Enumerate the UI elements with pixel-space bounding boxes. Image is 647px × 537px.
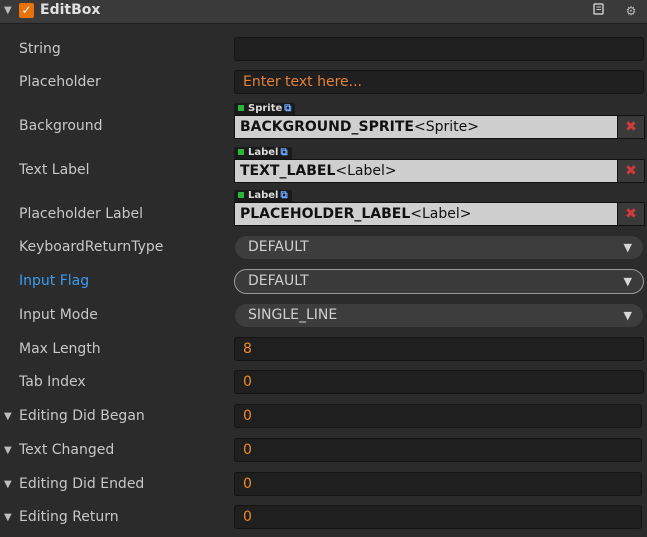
placeholder-label-label: Placeholder Label xyxy=(19,206,144,222)
book-icon[interactable] xyxy=(591,3,607,19)
max-length-input[interactable]: 8 xyxy=(234,337,644,361)
node-dot-icon xyxy=(238,192,244,198)
expand-arrow-icon[interactable]: ▼ xyxy=(4,512,12,523)
text-label-field[interactable]: TEXT_LABEL<Label> xyxy=(234,159,618,183)
text-changed-label: Text Changed xyxy=(19,442,115,458)
external-link-icon[interactable]: ⧉ xyxy=(284,103,291,114)
background-sprite-field[interactable]: BACKGROUND_SPRITE<Sprite> xyxy=(234,115,618,139)
editing-did-ended-input[interactable]: 0 xyxy=(234,472,642,496)
expand-arrow-icon[interactable]: ▼ xyxy=(4,445,12,456)
input-mode-select[interactable]: SINGLE_LINE ▼ xyxy=(234,303,644,328)
input-flag-select[interactable]: DEFAULT ▼ xyxy=(234,269,644,294)
tab-index-label: Tab Index xyxy=(19,374,86,390)
component-header: ▼ ✓ EditBox ⚙ xyxy=(0,0,647,24)
enabled-checkbox[interactable]: ✓ xyxy=(19,3,34,18)
external-link-icon[interactable]: ⧉ xyxy=(281,190,288,201)
text-changed-input[interactable]: 0 xyxy=(234,438,642,462)
expand-arrow-icon[interactable]: ▼ xyxy=(4,411,12,422)
tab-index-input[interactable]: 0 xyxy=(234,370,644,394)
external-link-icon[interactable]: ⧉ xyxy=(281,147,288,158)
dropdown-arrow-icon: ▼ xyxy=(623,241,632,254)
placeholder-input[interactable]: Enter text here... xyxy=(234,70,644,94)
clear-background-button[interactable]: ✖ xyxy=(618,115,645,139)
editing-did-began-label: Editing Did Began xyxy=(19,408,145,424)
expand-arrow-icon[interactable]: ▼ xyxy=(4,479,12,490)
node-dot-icon xyxy=(238,105,244,111)
background-label: Background xyxy=(19,118,103,134)
keyboard-return-type-label: KeyboardReturnType xyxy=(19,239,164,255)
dropdown-arrow-icon: ▼ xyxy=(623,275,632,288)
placeholder-label: Placeholder xyxy=(19,74,101,90)
input-flag-label: Input Flag xyxy=(19,273,90,289)
clear-placeholder-label-button[interactable]: ✖ xyxy=(618,202,645,226)
label-tag: Label ⧉ xyxy=(234,147,292,159)
node-dot-icon xyxy=(238,149,244,155)
placeholder-label-field[interactable]: PLACEHOLDER_LABEL<Label> xyxy=(234,202,618,226)
sprite-tag: Sprite ⧉ xyxy=(234,103,296,115)
clear-text-label-button[interactable]: ✖ xyxy=(618,159,645,183)
max-length-label: Max Length xyxy=(19,341,101,357)
gear-icon[interactable]: ⚙ xyxy=(623,3,639,19)
string-input[interactable] xyxy=(234,37,644,61)
collapse-arrow-icon[interactable]: ▼ xyxy=(4,5,12,16)
editing-return-input[interactable]: 0 xyxy=(234,505,642,529)
input-mode-label: Input Mode xyxy=(19,307,98,323)
editing-did-began-input[interactable]: 0 xyxy=(234,404,642,428)
text-label-label: Text Label xyxy=(19,162,90,178)
string-label: String xyxy=(19,41,61,57)
label-tag: Label ⧉ xyxy=(234,190,292,202)
dropdown-arrow-icon: ▼ xyxy=(623,309,632,322)
editing-did-ended-label: Editing Did Ended xyxy=(19,476,145,492)
component-title: EditBox xyxy=(40,2,101,18)
keyboard-return-type-select[interactable]: DEFAULT ▼ xyxy=(234,235,644,260)
editing-return-label: Editing Return xyxy=(19,509,119,525)
